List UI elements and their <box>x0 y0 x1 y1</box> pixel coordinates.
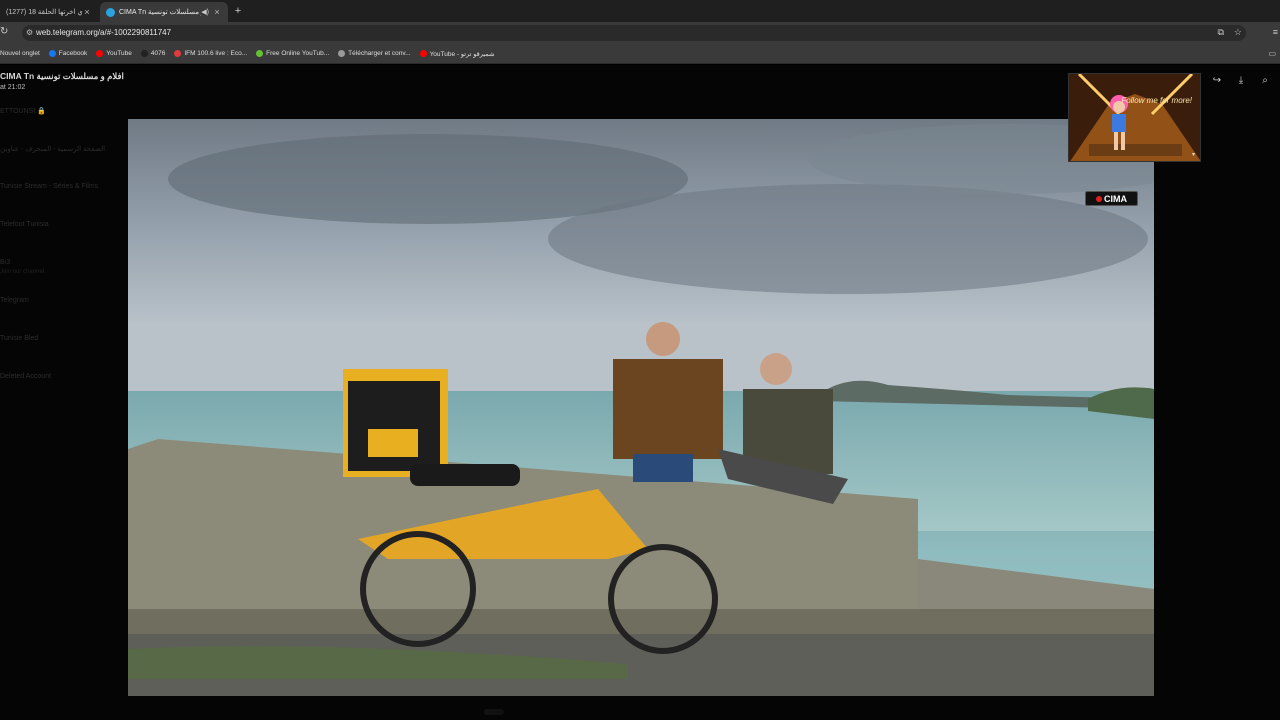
download-icon[interactable]: ⤓ <box>1234 75 1248 86</box>
bookmark-item[interactable]: Facebook <box>48 50 88 57</box>
install-icon[interactable]: ⧉ <box>1217 27 1223 38</box>
bookmark-item[interactable]: Nouvel onglet <box>0 50 40 57</box>
bookmark-item[interactable]: IFM 100.6 live : Eco... <box>174 50 247 57</box>
chat-header[interactable]: CIMA Tn افلام و مسلسلات تونسية at 21:02 <box>0 71 124 91</box>
cima-badge-text: CIMA <box>1104 193 1127 204</box>
chat-list-item[interactable]: Tunisie Bled <box>0 333 130 371</box>
bookmark-favicon-icon <box>48 50 56 57</box>
chat-list-item[interactable]: Bi3 Join our channel <box>0 257 130 295</box>
chat-list-item[interactable]: الصفحة الرسمية - المنحرف - عناوين <box>0 143 130 181</box>
bookmark-label: YouTube - شميرقو ترتو <box>429 50 495 58</box>
video-progress-handle[interactable] <box>484 709 504 715</box>
zoom-icon[interactable]: ⌕ <box>1258 75 1272 86</box>
chat-name: Tunisie Bled <box>0 335 39 342</box>
chat-subtitle: at 21:02 <box>0 84 26 91</box>
video-frame[interactable] <box>128 119 1154 696</box>
chat-list-item[interactable]: Telefoot Tunisia <box>0 219 130 257</box>
bookmark-folder-icon[interactable]: ▭ <box>1268 49 1276 58</box>
ad-thumbnail[interactable]: Follow me for more! ▾ <box>1068 73 1201 162</box>
bookmark-item[interactable]: YouTube <box>96 50 132 57</box>
tab-title: CIMA Tn افلام و مسلسلات تونسية <box>119 9 201 16</box>
bookmark-label: Télécharger et conv... <box>348 50 411 57</box>
close-icon[interactable]: × <box>82 7 92 17</box>
menu-icon[interactable]: ≡ <box>1273 27 1278 37</box>
bookmark-favicon-icon <box>96 50 104 57</box>
chat-name: الصفحة الرسمية - المنحرف - عناوين <box>0 146 106 153</box>
chat-name: Tunisie Stream - Séries & Films <box>0 183 99 190</box>
ad-caption: Follow me for more! <box>1121 96 1192 105</box>
bookmark-item[interactable]: YouTube - شميرقو ترتو <box>419 50 495 58</box>
bookmark-item[interactable]: Télécharger et conv... <box>338 50 411 57</box>
chat-list-item[interactable]: Tunisie Stream - Séries & Films <box>0 181 130 219</box>
chat-name: Bi3 <box>0 259 11 266</box>
site-info-icon[interactable]: ⚙ <box>26 28 33 37</box>
share-icon[interactable]: ↪ <box>1210 75 1224 86</box>
bookmark-favicon-icon <box>338 50 346 57</box>
tab-strip: (1277) هادي اخرتها الحلقة 18 - × CIMA Tn… <box>0 0 1280 22</box>
chat-name: Deleted Account <box>0 373 51 380</box>
bookmark-label: 4076 <box>150 50 166 57</box>
chat-list-item[interactable]: Deleted Account <box>0 371 130 409</box>
expand-icon[interactable]: ▾ <box>1192 151 1195 158</box>
bookmarks-bar: Nouvel onglet Facebook YouTube 4076 IFM 100.… <box>0 44 1280 64</box>
chat-list-item[interactable]: ETTOUNSI 🔒 <box>0 105 130 143</box>
bookmark-favicon-icon <box>174 50 182 57</box>
cima-watermark: CIMA <box>1085 191 1138 206</box>
bookmark-label: IFM 100.6 live : Eco... <box>184 50 248 57</box>
url-text: web.telegram.org/a/#-1002290811747 <box>36 28 172 37</box>
chat-name: Telegram <box>0 297 29 304</box>
chat-title: CIMA Tn افلام و مسلسلات تونسية <box>0 71 124 81</box>
video-still <box>128 119 1154 696</box>
bookmark-label: Free Online YouTub... <box>266 50 330 57</box>
tab-telegram[interactable]: CIMA Tn افلام و مسلسلات تونسية ◀) × <box>100 2 228 22</box>
viewer-actions: ↪ ⤓ ⌕ <box>1210 75 1272 86</box>
bookmark-favicon-icon <box>140 50 148 57</box>
browser-toolbar: ↻ ⚙ web.telegram.org/a/#-1002290811747 ⧉… <box>0 22 1280 44</box>
chat-name: Telefoot Tunisia <box>0 221 49 228</box>
bookmark-label: Nouvel onglet <box>0 50 40 57</box>
close-icon[interactable]: × <box>212 7 222 17</box>
bookmark-label: YouTube <box>106 50 132 57</box>
bookmark-item[interactable]: 4076 <box>140 50 166 57</box>
new-tab-button[interactable]: + <box>232 4 244 18</box>
bookmark-star-icon[interactable]: ☆ <box>1234 27 1242 38</box>
bookmark-item[interactable]: Free Online YouTub... <box>256 50 329 57</box>
tab-title: (1277) هادي اخرتها الحلقة 18 - <box>6 9 82 16</box>
bookmark-label: Facebook <box>58 50 88 57</box>
chat-name: ETTOUNSI 🔒 <box>0 108 46 115</box>
tab-youtube[interactable]: (1277) هادي اخرتها الحلقة 18 - × <box>0 2 98 22</box>
chat-list-item[interactable]: Telegram <box>0 295 130 333</box>
speaker-icon[interactable]: ◀) <box>201 8 209 16</box>
chat-preview: Join our channel <box>0 269 45 275</box>
telegram-icon <box>106 7 115 17</box>
cima-logo-dot <box>1096 195 1102 202</box>
bookmark-favicon-icon <box>256 50 264 57</box>
bookmark-favicon-icon <box>419 50 427 57</box>
ad-illustration <box>1069 74 1200 161</box>
chat-list: ETTOUNSI 🔒 الصفحة الرسمية - المنحرف - عنا… <box>0 105 130 409</box>
address-bar[interactable]: ⚙ web.telegram.org/a/#-1002290811747 ⧉ ☆ <box>22 25 1246 41</box>
reload-icon[interactable]: ↻ <box>0 26 8 37</box>
